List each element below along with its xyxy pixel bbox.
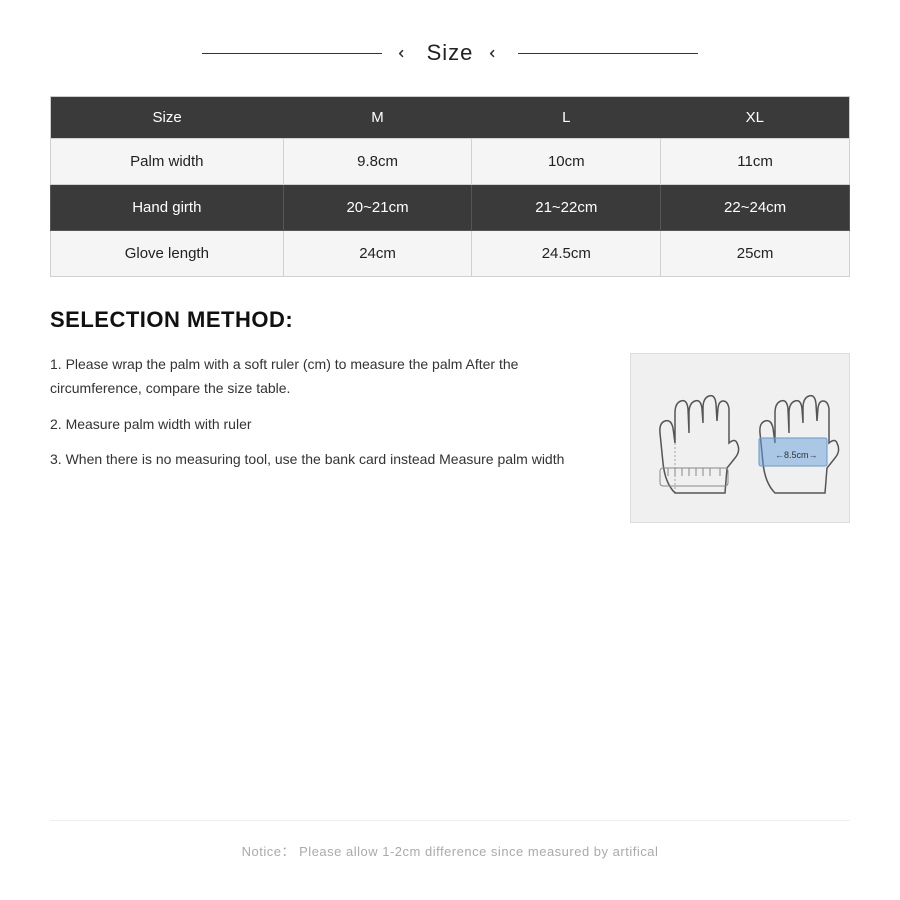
table-row: Glove length 24cm 24.5cm 25cm [51,231,850,277]
palm-width-l: 10cm [472,139,661,185]
col-header-size: Size [51,97,284,139]
table-header-row: Size M L XL [51,97,850,139]
selection-section: SELECTION METHOD: 1. Please wrap the pal… [50,307,850,523]
table-row: Palm width 9.8cm 10cm 11cm [51,139,850,185]
hand-girth-m: 20~21cm [283,185,472,231]
size-table: Size M L XL Palm width 9.8cm 10cm 11cm H… [50,96,850,277]
chevron-left-icon[interactable]: ⌄ [394,45,415,60]
palm-width-xl: 11cm [661,139,850,185]
header-section: ⌄ Size ⌄ [50,40,850,66]
header-line-left [202,53,382,54]
glove-length-xl: 25cm [661,231,850,277]
page-title: Size [427,40,474,66]
chevron-right-icon[interactable]: ⌄ [485,45,506,60]
step-3: 3. When there is no measuring tool, use … [50,448,610,472]
notice-section: Notice： Please allow 1-2cm difference si… [50,820,850,860]
palm-width-m: 9.8cm [283,139,472,185]
col-header-l: L [472,97,661,139]
glove-svg: ←8.5cm→ [635,358,845,518]
row-label-glove-length: Glove length [51,231,284,277]
step-1: 1. Please wrap the palm with a soft rule… [50,353,610,401]
svg-text:←8.5cm→: ←8.5cm→ [775,450,818,460]
selection-content: 1. Please wrap the palm with a soft rule… [50,353,850,523]
step-2: 2. Measure palm width with ruler [50,413,610,437]
row-label-palm-width: Palm width [51,139,284,185]
glove-length-l: 24.5cm [472,231,661,277]
col-header-m: M [283,97,472,139]
size-table-wrapper: Size M L XL Palm width 9.8cm 10cm 11cm H… [50,96,850,277]
page-container: ⌄ Size ⌄ Size M L XL Palm width 9.8cm 10… [0,0,900,900]
row-label-hand-girth: Hand girth [51,185,284,231]
glove-illustration: ←8.5cm→ [630,353,850,523]
selection-text: 1. Please wrap the palm with a soft rule… [50,353,610,484]
glove-length-m: 24cm [283,231,472,277]
col-header-xl: XL [661,97,850,139]
hand-girth-l: 21~22cm [472,185,661,231]
hand-girth-xl: 22~24cm [661,185,850,231]
selection-title: SELECTION METHOD: [50,307,850,333]
table-row: Hand girth 20~21cm 21~22cm 22~24cm [51,185,850,231]
header-line-right [518,53,698,54]
notice-text: Notice： Please allow 1-2cm difference si… [50,841,850,860]
